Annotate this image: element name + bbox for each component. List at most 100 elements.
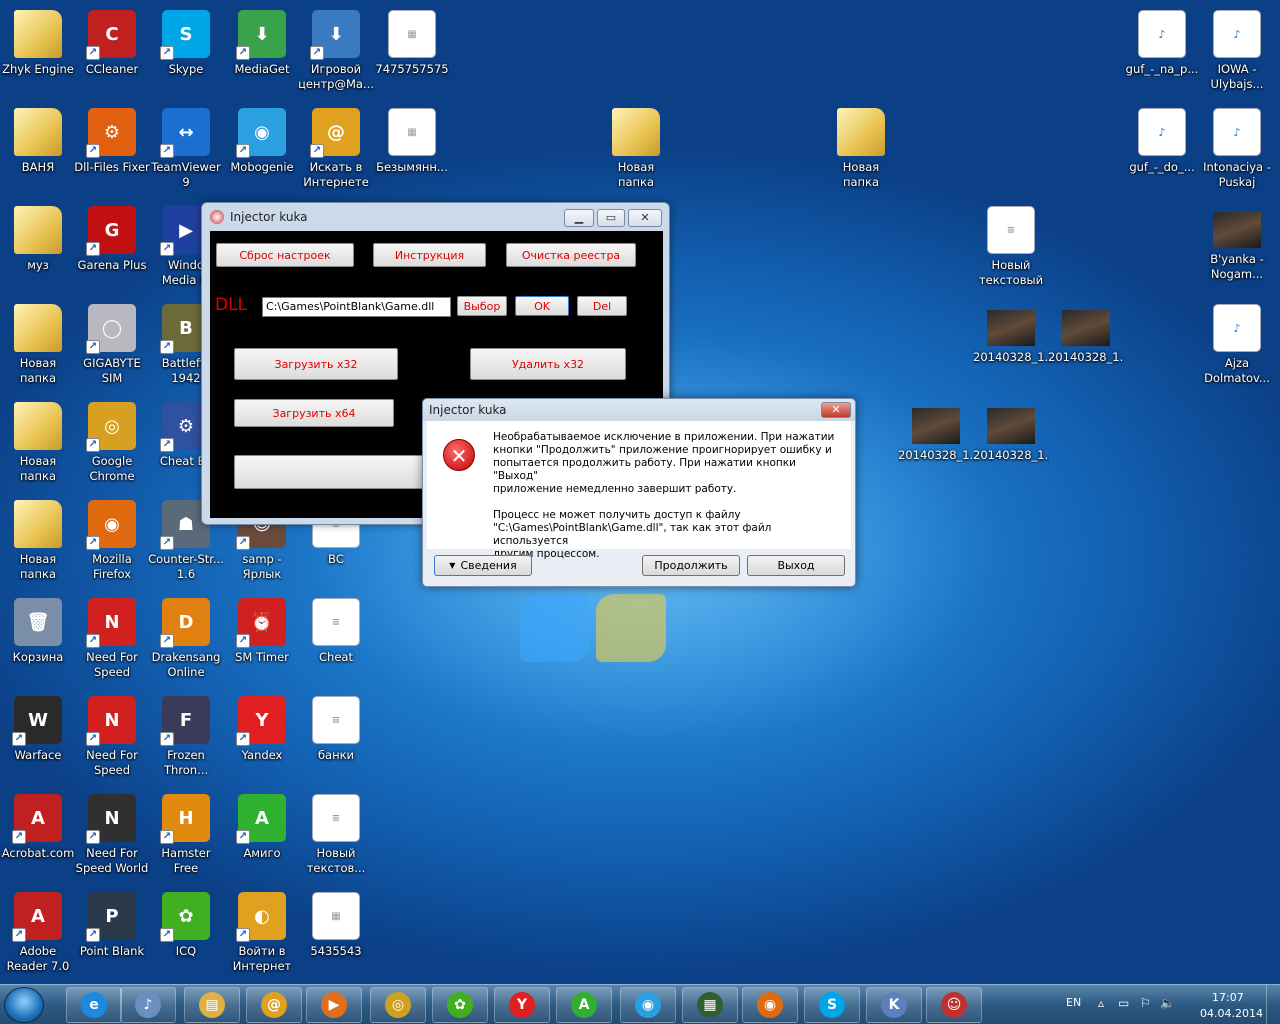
- taskbar-item[interactable]: K: [866, 987, 922, 1023]
- tray-arrow-icon[interactable]: ▵: [1098, 996, 1104, 1010]
- taskbar-item[interactable]: ▦: [682, 987, 738, 1023]
- browse-button[interactable]: Выбор: [457, 296, 507, 316]
- taskbar-item[interactable]: @: [246, 987, 302, 1023]
- taskbar-item[interactable]: ♪: [120, 987, 176, 1023]
- desktop-icon[interactable]: ≡ Cheat: [298, 592, 374, 688]
- clock-time[interactable]: 17:07: [1212, 991, 1244, 1004]
- desktop-icon[interactable]: ◉ ↗ Mozilla Firefox: [74, 494, 150, 590]
- continue-button[interactable]: Продолжить: [642, 555, 740, 576]
- desktop-icon[interactable]: ♪ Intonaciya - Puskaj: [1199, 102, 1275, 198]
- show-desktop-button[interactable]: [1266, 985, 1280, 1024]
- desktop-icon-glyph: ≡: [331, 714, 341, 726]
- taskbar-item[interactable]: ◉: [620, 987, 676, 1023]
- taskbar-item[interactable]: A: [556, 987, 612, 1023]
- desktop-icon-label: Новая папка: [19, 356, 57, 385]
- desktop-icon[interactable]: @ ↗ Искать в Интернете: [298, 102, 374, 198]
- taskbar-item[interactable]: ☺: [926, 987, 982, 1023]
- dll-path-field[interactable]: C:\Games\PointBlank\Game.dll: [262, 297, 451, 317]
- language-indicator[interactable]: EN: [1066, 996, 1081, 1009]
- desktop-icon[interactable]: ВАНЯ: [0, 102, 76, 198]
- desktop-icon[interactable]: ♪ guf_-_na_p...: [1124, 4, 1200, 100]
- load-x64-button[interactable]: Загрузить x64: [234, 399, 394, 427]
- desktop-icon[interactable]: ↔ ↗ TeamViewer 9: [148, 102, 224, 198]
- desktop-icon[interactable]: F ↗ Frozen Thron...: [148, 690, 224, 786]
- desktop-icon[interactable]: Zhyk Engine: [0, 4, 76, 100]
- instructions-button[interactable]: Инструкция: [373, 243, 486, 267]
- desktop-icon[interactable]: ◯ ↗ GIGABYTE SIM: [74, 298, 150, 394]
- desktop-icon-label: Корзина: [12, 650, 64, 664]
- taskbar-item[interactable]: ✿: [432, 987, 488, 1023]
- desktop-icon[interactable]: A ↗ Adobe Reader 7.0: [0, 886, 76, 982]
- start-button[interactable]: [4, 987, 44, 1023]
- desktop-icon[interactable]: ⬇ ↗ MediaGet: [224, 4, 300, 100]
- desktop-icon[interactable]: D ↗ Drakensang Online: [148, 592, 224, 688]
- remove-x32-button[interactable]: Удалить x32: [470, 348, 626, 380]
- desktop-icon[interactable]: S ↗ Skype: [148, 4, 224, 100]
- desktop-icon[interactable]: ⏰ ↗ SM Timer: [224, 592, 300, 688]
- desktop-icon[interactable]: Новая папка (2): [0, 396, 76, 492]
- desktop-icon[interactable]: Новая папка (5): [823, 102, 899, 198]
- desktop-icon[interactable]: ◉ ↗ Mobogenie: [224, 102, 300, 198]
- desktop-icon[interactable]: Новая папка: [0, 298, 76, 394]
- desktop-icon[interactable]: A ↗ Амиго: [224, 788, 300, 884]
- network-icon[interactable]: ▭: [1118, 996, 1129, 1010]
- load-x32-button[interactable]: Загрузить x32: [234, 348, 398, 380]
- desktop-icon[interactable]: A ↗ Acrobat.com: [0, 788, 76, 884]
- volume-icon[interactable]: 🔈: [1160, 996, 1175, 1010]
- details-button[interactable]: ▼ Сведения: [434, 555, 532, 576]
- desktop-icon[interactable]: 🗑 Корзина: [0, 592, 76, 688]
- desktop-icon[interactable]: 20140328_1...: [1048, 298, 1124, 394]
- desktop-icon[interactable]: N↗Need For Speed Rival...: [74, 592, 150, 688]
- taskbar-item[interactable]: S: [804, 987, 860, 1023]
- taskbar-item[interactable]: ▤: [184, 987, 240, 1023]
- desktop-icon[interactable]: P ↗ Point Blank: [74, 886, 150, 982]
- desktop-icon[interactable]: Новая папка (4): [598, 102, 674, 198]
- desktop-icon[interactable]: ≡ Новый текстов...: [298, 788, 374, 884]
- desktop-icon[interactable]: ⬇ ↗ Игровой центр@Ma...: [298, 4, 374, 100]
- desktop-icon[interactable]: Y ↗ Yandex: [224, 690, 300, 786]
- exit-button[interactable]: Выход: [747, 555, 845, 576]
- desktop-icon[interactable]: 20140328_1...: [898, 396, 974, 492]
- error-dialog[interactable]: Injector kuka ✕ ✕ Необрабатываемое исклю…: [422, 398, 856, 587]
- desktop-icon[interactable]: N ↗ Need For Speed World: [74, 788, 150, 884]
- reset-settings-button[interactable]: Сброс настроек: [216, 243, 354, 267]
- desktop-icon[interactable]: ♪ IOWA - Ulybajs...: [1199, 4, 1275, 100]
- taskbar-item[interactable]: Y: [494, 987, 550, 1023]
- close-button[interactable]: ✕: [628, 209, 662, 227]
- desktop-icon-image: D ↗: [160, 598, 210, 648]
- ok-button[interactable]: OK: [515, 296, 569, 316]
- desktop-icon[interactable]: ≡ банки: [298, 690, 374, 786]
- dialog-titlebar[interactable]: Injector kuka: [423, 399, 855, 421]
- desktop-icon[interactable]: ≡ Новый текстовый ...: [973, 200, 1049, 296]
- desktop-icon[interactable]: ▦ 7475757575: [374, 4, 450, 100]
- desktop-icon[interactable]: 20140328_1...: [973, 396, 1049, 492]
- desktop-icon[interactable]: C ↗ CCleaner: [74, 4, 150, 100]
- desktop-icon[interactable]: H↗Hamster Free Archiver: [148, 788, 224, 884]
- minimize-button[interactable]: ▁: [564, 209, 594, 227]
- desktop-icon[interactable]: G ↗ Garena Plus: [74, 200, 150, 296]
- desktop-icon[interactable]: ◎ ↗ Google Chrome: [74, 396, 150, 492]
- taskbar-item[interactable]: ◎: [370, 987, 426, 1023]
- clock-date[interactable]: 04.04.2014: [1200, 1007, 1263, 1020]
- desktop-icon[interactable]: ⚙ ↗ Dll-Files Fixer: [74, 102, 150, 198]
- desktop-icon[interactable]: 20140328_1...: [973, 298, 1049, 394]
- desktop-icon[interactable]: ▦ 5435543: [298, 886, 374, 982]
- flag-icon[interactable]: ⚐: [1140, 996, 1151, 1010]
- desktop-icon[interactable]: B'yanka - Nogam...: [1199, 200, 1275, 296]
- desktop-icon[interactable]: ▦ Безымянн...: [374, 102, 450, 198]
- clean-registry-button[interactable]: Очистка реестра: [506, 243, 636, 267]
- taskbar-item[interactable]: ▶: [306, 987, 362, 1023]
- maximize-button[interactable]: ▭: [597, 209, 625, 227]
- desktop-icon[interactable]: W ↗ Warface: [0, 690, 76, 786]
- taskbar-item[interactable]: ◉: [742, 987, 798, 1023]
- desktop-icon[interactable]: ✿ ↗ ICQ: [148, 886, 224, 982]
- del-button[interactable]: Del: [577, 296, 627, 316]
- desktop-icon[interactable]: ♪ guf_-_do_...: [1124, 102, 1200, 198]
- desktop-icon[interactable]: муз: [0, 200, 76, 296]
- desktop-icon[interactable]: N↗Need For Speed Rival...: [74, 690, 150, 786]
- dialog-close-button[interactable]: ✕: [821, 402, 851, 418]
- taskbar-item[interactable]: e: [66, 987, 122, 1023]
- desktop-icon[interactable]: ◐ ↗ Войти в Интернет: [224, 886, 300, 982]
- desktop-icon[interactable]: Новая папка (3): [0, 494, 76, 590]
- desktop-icon[interactable]: ♪ Ajza Dolmatov...: [1199, 298, 1275, 394]
